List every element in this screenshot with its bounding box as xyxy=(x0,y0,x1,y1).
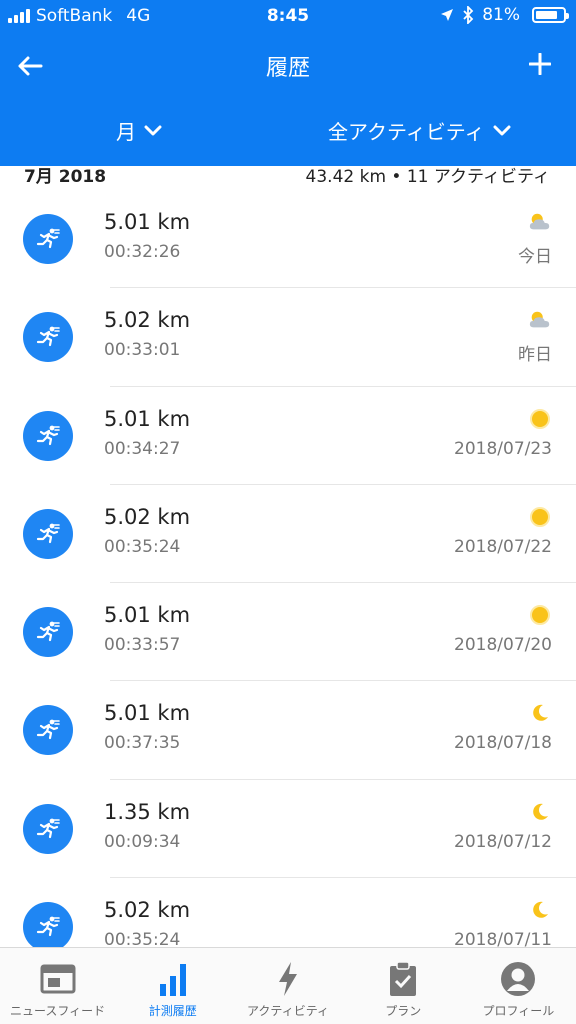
tab-label: プラン xyxy=(385,1004,422,1018)
activity-duration: 00:09:34 xyxy=(104,831,181,852)
page-title: 履歴 xyxy=(265,56,310,81)
add-activity-button[interactable] xyxy=(522,46,558,82)
activity-row[interactable]: 5.02 km 00:35:24 2018/07/11 xyxy=(0,878,576,947)
moon-icon xyxy=(528,701,552,725)
tab-history[interactable]: 計測履歴 xyxy=(115,948,230,1024)
activity-duration: 00:33:57 xyxy=(104,635,181,656)
activity-distance: 5.02 km xyxy=(104,504,191,529)
activity-distance: 5.02 km xyxy=(104,308,191,333)
period-filter-label: 月 xyxy=(116,120,136,144)
summary-month: 7月 2018 xyxy=(24,167,107,187)
tab-bar: ニュースフィード 計測履歴 アクティビティ プラン プロフィール xyxy=(0,947,576,1024)
sun-icon xyxy=(528,407,552,431)
activity-filter-dropdown[interactable]: 全アクティビティ xyxy=(328,116,511,145)
activity-row[interactable]: 5.02 km 00:33:01 昨日 xyxy=(0,288,576,387)
newsfeed-icon xyxy=(40,960,76,998)
activity-duration: 00:37:35 xyxy=(104,733,181,754)
battery-percent: 81% xyxy=(482,5,520,25)
running-icon xyxy=(23,607,73,658)
activity-distance: 5.01 km xyxy=(104,406,191,431)
tab-label: ニュースフィード xyxy=(10,1004,106,1018)
status-bar: SoftBank 4G 8:45 81% xyxy=(0,0,576,32)
running-icon xyxy=(23,902,73,947)
activity-filter-label: 全アクティビティ xyxy=(328,120,485,144)
activity-row[interactable]: 5.01 km 00:33:57 2018/07/20 xyxy=(0,583,576,682)
sun-icon xyxy=(528,603,552,627)
activity-list: 5.01 km 00:32:26 今日 5.02 km 00:33:01 昨日 xyxy=(0,190,576,947)
partly-cloudy-icon xyxy=(528,210,552,234)
activity-duration: 00:32:26 xyxy=(104,242,181,262)
running-icon xyxy=(23,410,73,461)
filter-bar: 月 全アクティビティ xyxy=(0,106,576,156)
tab-profile[interactable]: プロフィール xyxy=(461,948,576,1024)
activity-distance: 5.02 km xyxy=(104,898,191,923)
activity-distance: 1.35 km xyxy=(104,799,191,824)
activity-duration: 00:33:01 xyxy=(104,340,181,361)
plus-icon xyxy=(529,53,551,75)
battery-icon xyxy=(532,7,569,23)
activity-date: 2018/07/20 xyxy=(454,635,552,656)
activity-date: 2018/07/18 xyxy=(454,733,552,754)
activity-row[interactable]: 5.01 km 00:32:26 今日 xyxy=(0,190,576,289)
tab-plan[interactable]: プラン xyxy=(346,948,461,1024)
moon-icon xyxy=(528,898,552,922)
chevron-down-icon xyxy=(493,125,511,135)
tab-activity[interactable]: アクティビティ xyxy=(230,948,345,1024)
header: SoftBank 4G 8:45 81% 履歴 月 全アクティビティ xyxy=(0,0,576,166)
chevron-down-icon xyxy=(144,125,162,135)
activity-duration: 00:35:24 xyxy=(104,536,181,557)
activity-distance: 5.01 km xyxy=(104,701,191,726)
bluetooth-icon xyxy=(463,6,474,24)
activity-date: 2018/07/22 xyxy=(454,536,552,557)
activity-row[interactable]: 5.01 km 00:37:35 2018/07/18 xyxy=(0,681,576,780)
lightning-icon xyxy=(277,960,299,998)
activity-row[interactable]: 5.01 km 00:34:27 2018/07/23 xyxy=(0,387,576,485)
tab-newsfeed[interactable]: ニュースフィード xyxy=(0,948,115,1024)
activity-distance: 5.01 km xyxy=(104,210,191,234)
location-arrow-icon xyxy=(441,9,454,21)
status-right: 81% xyxy=(440,5,569,25)
activity-date: 2018/07/12 xyxy=(454,831,552,852)
battery-fill xyxy=(536,11,558,19)
tab-label: アクティビティ xyxy=(247,1004,329,1018)
partly-cloudy-icon xyxy=(528,308,552,332)
moon-icon xyxy=(528,800,552,824)
activity-row[interactable]: 1.35 km 00:09:34 2018/07/12 xyxy=(0,780,576,879)
period-filter-dropdown[interactable]: 月 xyxy=(116,116,162,145)
tab-label: 計測履歴 xyxy=(148,1004,197,1018)
running-icon xyxy=(23,214,73,264)
running-icon xyxy=(23,705,73,756)
month-summary: 7月 2018 43.42 km • 11 アクティビティ xyxy=(0,162,576,187)
activity-duration: 00:35:24 xyxy=(104,930,181,947)
activity-row[interactable]: 5.02 km 00:35:24 2018/07/22 xyxy=(0,485,576,584)
bar-chart-icon xyxy=(158,960,188,998)
activity-distance: 5.01 km xyxy=(104,603,191,628)
running-icon xyxy=(23,803,73,854)
activity-date: 昨日 xyxy=(518,345,552,366)
activity-date: 2018/07/23 xyxy=(454,438,552,459)
profile-icon xyxy=(500,960,536,998)
summary-stats: 43.42 km • 11 アクティビティ xyxy=(305,167,550,187)
navbar: 履歴 xyxy=(0,36,576,94)
activity-date: 2018/07/11 xyxy=(454,930,552,947)
running-icon xyxy=(23,508,73,559)
activity-date: 今日 xyxy=(518,247,552,267)
running-icon xyxy=(23,312,73,363)
activity-duration: 00:34:27 xyxy=(104,438,181,459)
sun-icon xyxy=(528,505,552,529)
tab-label: プロフィール xyxy=(482,1004,555,1018)
clipboard-check-icon xyxy=(388,960,418,998)
